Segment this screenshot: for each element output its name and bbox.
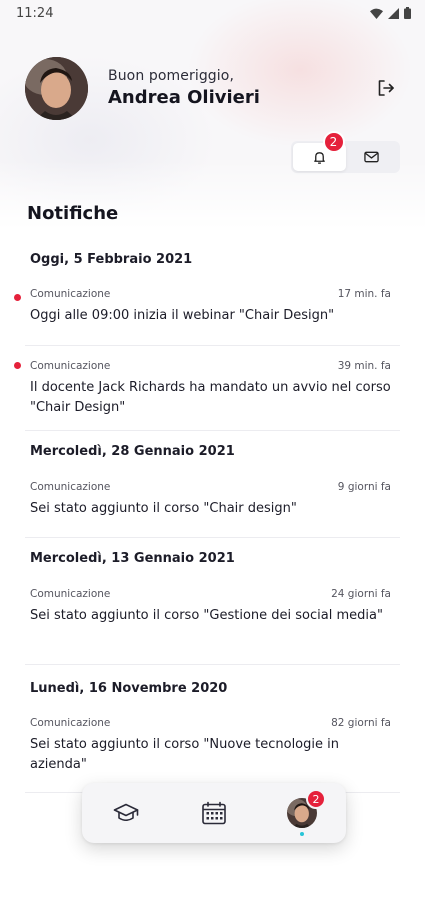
profile-header: Buon pomeriggio, Andrea Olivieri	[25, 56, 405, 120]
nav-calendar[interactable]	[194, 793, 234, 833]
notification-tabs: 2	[291, 131, 400, 173]
notification-category: Comunicazione	[30, 360, 111, 372]
notification-time: 17 min. fa	[337, 288, 391, 300]
bottom-navigation: 2	[82, 783, 346, 843]
tab-notifications[interactable]: 2	[293, 131, 346, 171]
notification-message: Sei stato aggiunto il corso "Chair desig…	[30, 501, 297, 516]
signal-icon	[388, 7, 399, 19]
section-title: Notifiche	[27, 203, 119, 224]
greeting-block: Buon pomeriggio, Andrea Olivieri	[108, 68, 371, 108]
unread-indicator	[14, 362, 21, 369]
notification-message: Oggi alle 09:00 inizia il webinar "Chair…	[30, 308, 335, 323]
notification-category: Comunicazione	[30, 717, 111, 729]
wifi-icon	[370, 8, 383, 19]
nav-profile[interactable]: 2	[282, 789, 326, 836]
notification-item[interactable]: Comunicazione 17 min. fa Oggi alle 09:00…	[0, 288, 425, 345]
notification-list: Oggi, 5 Febbraio 2021 Comunicazione 17 m…	[0, 244, 425, 793]
notification-message: Sei stato aggiunto il corso "Gestione de…	[30, 608, 383, 623]
unread-indicator	[14, 294, 21, 301]
mail-icon	[364, 151, 379, 163]
notification-time: 82 giorni fa	[331, 717, 391, 729]
notification-item[interactable]: Comunicazione 82 giorni fa Sei stato agg…	[0, 717, 425, 792]
tab-messages[interactable]	[346, 143, 399, 171]
group-date: Mercoledì, 28 Gennaio 2021	[30, 444, 235, 459]
notification-message: Sei stato aggiunto il corso "Nuove tecno…	[30, 737, 339, 772]
active-indicator	[300, 832, 304, 836]
notification-meta: Comunicazione 82 giorni fa	[30, 717, 391, 729]
notification-time: 9 giorni fa	[337, 481, 391, 493]
graduation-cap-icon	[113, 803, 139, 822]
user-avatar[interactable]	[25, 56, 88, 120]
notification-time: 24 giorni fa	[331, 588, 391, 600]
greeting-text: Buon pomeriggio,	[108, 68, 234, 84]
status-time: 11:24	[16, 5, 54, 21]
bell-icon	[313, 151, 325, 164]
notification-meta: Comunicazione 9 giorni fa	[30, 481, 391, 493]
notification-category: Comunicazione	[30, 588, 111, 600]
notification-meta: Comunicazione 17 min. fa	[30, 288, 391, 300]
group-date: Lunedì, 16 Novembre 2020	[30, 681, 228, 696]
notification-meta: Comunicazione 24 giorni fa	[30, 588, 391, 600]
notification-message: Il docente Jack Richards ha mandato un a…	[30, 380, 391, 415]
notification-item[interactable]: Comunicazione 9 giorni fa Sei stato aggi…	[0, 481, 425, 537]
user-name: Andrea Olivieri	[108, 87, 260, 108]
group-date: Oggi, 5 Febbraio 2021	[30, 252, 193, 267]
nav-courses[interactable]	[106, 793, 146, 833]
notification-time: 39 min. fa	[337, 360, 391, 372]
logout-button[interactable]	[371, 73, 401, 103]
notification-category: Comunicazione	[30, 481, 111, 493]
notification-category: Comunicazione	[30, 288, 111, 300]
notification-meta: Comunicazione 39 min. fa	[30, 360, 391, 372]
status-icons	[370, 7, 411, 19]
status-bar: 11:24	[0, 0, 425, 26]
notification-item[interactable]: Comunicazione 39 min. fa Il docente Jack…	[0, 346, 425, 430]
battery-icon	[404, 7, 411, 19]
notification-item[interactable]: Comunicazione 24 giorni fa Sei stato agg…	[0, 588, 425, 664]
calendar-icon	[202, 801, 226, 825]
notifications-badge: 2	[322, 131, 345, 153]
logout-icon	[378, 80, 394, 96]
group-date: Mercoledì, 13 Gennaio 2021	[30, 551, 235, 566]
profile-badge: 2	[306, 789, 326, 809]
